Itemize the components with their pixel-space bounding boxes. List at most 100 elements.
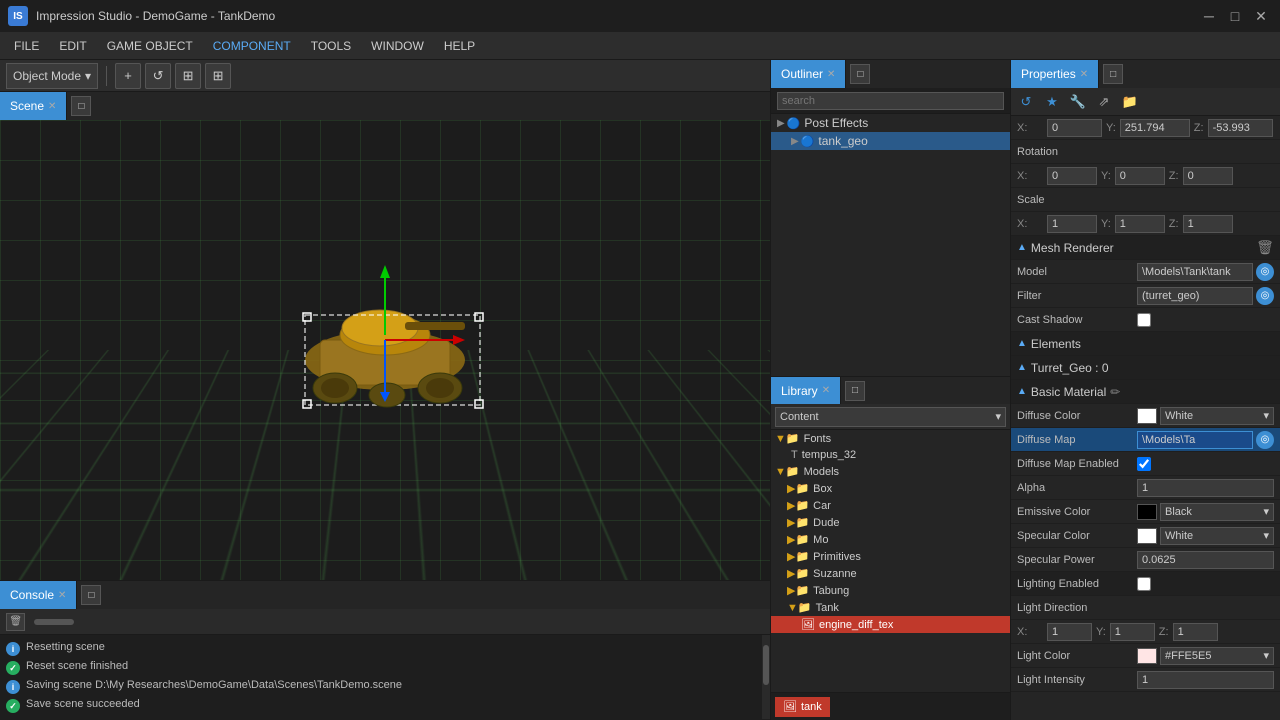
scene-tab-close[interactable]: ✕ [48,101,56,112]
mode-dropdown[interactable]: Object Mode ▾ [6,63,98,89]
library-tab-btn[interactable]: □ [845,381,865,401]
library-content-dropdown[interactable]: Content ▾ [775,407,1006,427]
menu-help[interactable]: HELP [434,32,485,59]
properties-tab-btn[interactable]: □ [1103,64,1123,84]
prop-rot-y[interactable] [1115,167,1165,185]
prop-rot-z[interactable] [1183,167,1233,185]
maximize-button[interactable]: □ [1224,5,1246,27]
console-clear-button[interactable]: 🗑 [6,613,25,631]
console-tab-btn[interactable]: □ [81,585,101,605]
prop-model-value: \Models\Tank\tank ◎ [1137,263,1274,281]
library-item-engine-diff[interactable]: 🖼 engine_diff_tex [771,616,1010,633]
prop-light-intensity-value [1137,671,1274,689]
library-item-primitives[interactable]: ▶📁 Primitives [771,548,1010,565]
diffuse-color-dropdown[interactable]: White ▾ [1160,407,1274,425]
prop-scale-x[interactable] [1047,215,1097,233]
outliner-tab-close[interactable]: ✕ [827,69,835,80]
outliner-item-tank-geo[interactable]: ▶ 🔵 tank_geo [771,132,1010,150]
outliner-item-post-effects[interactable]: ▶ 🔵 Post Effects [771,114,1010,132]
prop-light-dir-z[interactable] [1173,623,1218,641]
diffuse-color-swatch[interactable] [1137,408,1157,424]
emissive-color-dropdown[interactable]: Black ▾ [1160,503,1274,521]
library-item-tank[interactable]: ▼📁 Tank [771,599,1010,616]
view-button[interactable]: ⊞ [175,63,201,89]
prop-filter-browse[interactable]: ◎ [1256,287,1274,305]
emissive-color-swatch[interactable] [1137,504,1157,520]
prop-cast-shadow-checkbox[interactable] [1137,313,1151,327]
scene-tab-add[interactable]: □ [71,96,91,116]
prop-diffuse-map-enabled-checkbox[interactable] [1137,457,1151,471]
specular-color-swatch[interactable] [1137,528,1157,544]
add-button[interactable]: + [115,63,141,89]
props-bookmark-btn[interactable]: ★ [1041,91,1063,113]
library-item-tabung[interactable]: ▶📁 Tabung [771,582,1010,599]
basic-material-triangle: ▲ [1017,386,1027,397]
prop-mesh-renderer-header: ▲ Mesh Renderer 🗑 [1011,236,1280,260]
light-color-dropdown[interactable]: #FFE5E5 ▾ [1160,647,1274,665]
props-folder-btn[interactable]: 📁 [1119,91,1141,113]
prop-model-browse[interactable]: ◎ [1256,263,1274,281]
menu-game-object[interactable]: GAME OBJECT [97,32,203,59]
outliner-tab-btn[interactable]: □ [850,64,870,84]
menu-edit[interactable]: EDIT [49,32,96,59]
console-tab[interactable]: Console ✕ [0,581,77,609]
minimize-button[interactable]: ─ [1198,5,1220,27]
prop-row-scale-vals: X: Y: Z: [1011,212,1280,236]
specular-color-dropdown[interactable]: White ▾ [1160,527,1274,545]
light-color-swatch[interactable] [1137,648,1157,664]
prop-light-dir-y[interactable] [1110,623,1155,641]
console-scrollbar-thumb-v[interactable] [763,645,769,685]
console-entry-1: i Resetting scene [6,639,756,658]
prop-lighting-enabled-checkbox[interactable] [1137,577,1151,591]
console-tab-close[interactable]: ✕ [58,590,66,601]
console-scrollbar-thumb-h[interactable] [34,619,74,625]
toolbar-sep-1 [106,66,107,86]
grid-button[interactable]: ⊞ [205,63,231,89]
prop-pos-z[interactable] [1208,119,1273,137]
library-tab[interactable]: Library ✕ [771,377,841,404]
menu-file[interactable]: FILE [4,32,49,59]
props-share-btn[interactable]: ⇗ [1093,91,1115,113]
prop-pos-y[interactable] [1120,119,1190,137]
prop-light-intensity-input[interactable] [1137,671,1274,689]
library-item-tempus[interactable]: T tempus_32 [771,447,1010,463]
library-item-models[interactable]: ▼📁 Models [771,463,1010,480]
scene-tab[interactable]: Scene ✕ [0,92,67,120]
prop-alpha-value [1137,479,1274,497]
prop-rot-x[interactable] [1047,167,1097,185]
basic-material-edit-btn[interactable]: ✏ [1106,383,1124,401]
properties-tab[interactable]: Properties ✕ [1011,60,1099,88]
menu-tools[interactable]: TOOLS [301,32,361,59]
prop-specular-color-label: Specular Color [1017,530,1137,542]
prop-alpha-input[interactable] [1137,479,1274,497]
library-item-dude[interactable]: ▶📁 Dude [771,514,1010,531]
properties-tab-close[interactable]: ✕ [1080,69,1088,80]
menu-component[interactable]: COMPONENT [203,32,301,59]
refresh-button[interactable]: ↺ [145,63,171,89]
prop-rot-x-label: X: [1017,170,1047,182]
mesh-renderer-delete-btn[interactable]: 🗑 [1256,239,1274,257]
viewport[interactable] [0,120,770,580]
props-wrench-btn[interactable]: 🔧 [1067,91,1089,113]
library-item-fonts[interactable]: ▼📁 Fonts [771,430,1010,447]
prop-scale-y[interactable] [1115,215,1165,233]
library-item-box[interactable]: ▶📁 Box [771,480,1010,497]
prop-pos-x[interactable] [1047,119,1102,137]
close-button[interactable]: ✕ [1250,5,1272,27]
outliner-search-input[interactable] [777,92,1004,110]
menu-window[interactable]: WINDOW [361,32,434,59]
library-item-mo[interactable]: ▶📁 Mo [771,531,1010,548]
library-tab-close[interactable]: ✕ [822,385,830,396]
prop-basic-material-header: ▲ Basic Material ✏ [1011,380,1280,404]
props-refresh-btn[interactable]: ↺ [1015,91,1037,113]
prop-diffuse-map-browse[interactable]: ◎ [1256,431,1274,449]
prop-diffuse-color-label: Diffuse Color [1017,410,1137,422]
prop-specular-power-input[interactable] [1137,551,1274,569]
library-item-car[interactable]: ▶📁 Car [771,497,1010,514]
prop-scale-z[interactable] [1183,215,1233,233]
library-item-suzanne[interactable]: ▶📁 Suzanne [771,565,1010,582]
tank-geo-label: tank_geo [818,134,867,148]
outliner-tab[interactable]: Outliner ✕ [771,60,846,88]
prop-scale-x-label: X: [1017,218,1047,230]
prop-light-dir-x[interactable] [1047,623,1092,641]
